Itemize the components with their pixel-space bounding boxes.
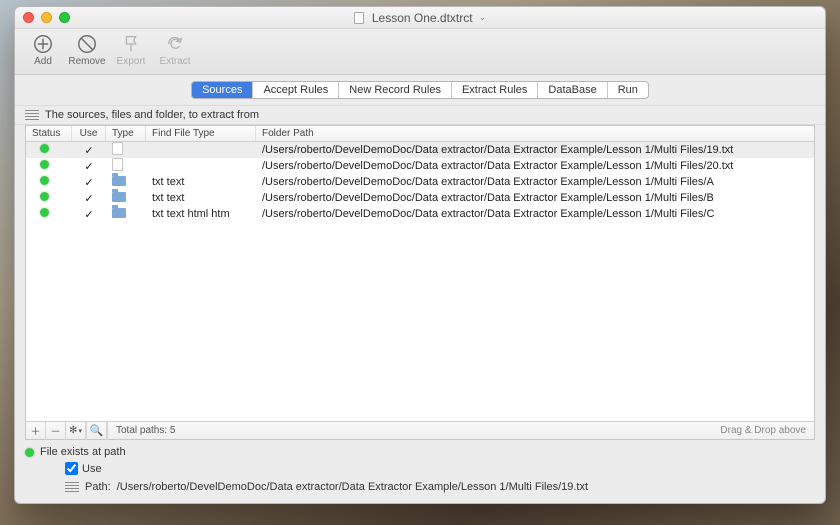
add-row-button[interactable]: ＋ (26, 422, 46, 440)
app-window: Lesson One.dtxtrct ⌄ Add Remove Export (14, 6, 826, 504)
main-toolbar: Add Remove Export Extract (15, 29, 825, 75)
use-cell[interactable]: ✓ (72, 158, 106, 175)
extract-label: Extract (159, 56, 190, 67)
detail-pane: File exists at path Use Path: /Users/rob… (15, 440, 825, 503)
tab-database[interactable]: DataBase (538, 82, 607, 98)
folder-icon (112, 208, 126, 218)
tab-run[interactable]: Run (608, 82, 648, 98)
list-icon (65, 482, 79, 492)
file-icon (112, 158, 123, 171)
prohibit-icon (76, 33, 98, 55)
col-find-file-type[interactable]: Find File Type (146, 126, 256, 141)
subhead-text: The sources, files and folder, to extrac… (45, 109, 259, 121)
folder-icon (112, 192, 126, 202)
find-file-type-cell: txt text (146, 190, 256, 206)
col-status[interactable]: Status (26, 126, 72, 141)
type-cell (106, 206, 146, 223)
minimize-icon[interactable] (41, 12, 52, 23)
table-footer: ＋ － ✻▾ 🔍 Total paths: 5 Drag & Drop abov… (26, 421, 814, 439)
status-ok-icon (40, 192, 49, 201)
use-cell[interactable]: ✓ (72, 190, 106, 207)
folder-icon (112, 176, 126, 186)
detail-use-row[interactable]: Use (65, 462, 815, 475)
table-row[interactable]: ✓ /Users/roberto/DevelDemoDoc/Data extrac… (26, 158, 814, 174)
detail-path-row: Path: /Users/roberto/DevelDemoDoc/Data e… (65, 481, 815, 493)
path-cell: /Users/roberto/DevelDemoDoc/Data extract… (256, 142, 814, 158)
find-file-type-cell: txt text html htm (146, 206, 256, 222)
use-label: Use (82, 463, 102, 475)
tab-new-record-rules[interactable]: New Record Rules (339, 82, 452, 98)
table-row[interactable]: ✓ txt text/Users/roberto/DevelDemoDoc/Dat… (26, 190, 814, 206)
total-paths-label: Total paths: 5 (108, 425, 183, 436)
file-icon (112, 142, 123, 155)
col-type[interactable]: Type (106, 126, 146, 141)
path-cell: /Users/roberto/DevelDemoDoc/Data extract… (256, 206, 814, 222)
use-cell[interactable]: ✓ (72, 174, 106, 191)
section-subhead: The sources, files and folder, to extrac… (15, 106, 825, 125)
add-button[interactable]: Add (23, 33, 63, 67)
export-button: Export (111, 33, 151, 67)
status-ok-icon (40, 160, 49, 169)
add-label: Add (34, 56, 52, 67)
col-folder-path[interactable]: Folder Path (256, 126, 814, 141)
find-file-type-cell: txt text (146, 174, 256, 190)
search-icon: 🔍 (90, 424, 104, 437)
extract-button: Extract (155, 33, 195, 67)
remove-button[interactable]: Remove (67, 33, 107, 67)
document-title[interactable]: Lesson One.dtxtrct ⌄ (354, 11, 486, 25)
gear-icon: ✻ (69, 425, 77, 436)
status-ok-icon (40, 208, 49, 217)
document-title-text: Lesson One.dtxtrct (372, 11, 473, 25)
tab-sources[interactable]: Sources (192, 82, 253, 98)
path-value: /Users/roberto/DevelDemoDoc/Data extract… (117, 481, 588, 493)
tab-bar: SourcesAccept RulesNew Record RulesExtra… (15, 75, 825, 106)
path-cell: /Users/roberto/DevelDemoDoc/Data extract… (256, 158, 814, 174)
chevron-down-icon: ⌄ (479, 12, 487, 23)
sources-table: Status Use Type Find File Type Folder Pa… (25, 125, 815, 440)
export-icon (120, 33, 142, 55)
remove-label: Remove (68, 56, 105, 67)
path-cell: /Users/roberto/DevelDemoDoc/Data extract… (256, 190, 814, 206)
use-cell[interactable]: ✓ (72, 142, 106, 159)
table-row[interactable]: ✓ txt text html htm/Users/roberto/DevelDe… (26, 206, 814, 222)
remove-row-button[interactable]: － (46, 422, 66, 440)
table-row[interactable]: ✓ txt text/Users/roberto/DevelDemoDoc/Dat… (26, 174, 814, 190)
caret-down-icon: ▾ (78, 427, 82, 435)
drop-hint: Drag & Drop above (720, 425, 814, 436)
find-file-type-cell (146, 164, 256, 168)
refresh-icon (164, 33, 186, 55)
type-cell (106, 174, 146, 191)
table-body[interactable]: ✓ /Users/roberto/DevelDemoDoc/Data extrac… (26, 142, 814, 421)
status-ok-icon (40, 176, 49, 185)
close-icon[interactable] (23, 12, 34, 23)
tab-accept-rules[interactable]: Accept Rules (253, 82, 339, 98)
plus-circle-icon (32, 33, 54, 55)
tab-extract-rules[interactable]: Extract Rules (452, 82, 538, 98)
export-label: Export (117, 56, 146, 67)
status-ok-icon (40, 144, 49, 153)
action-menu-button[interactable]: ✻▾ (66, 422, 86, 440)
use-checkbox[interactable] (65, 462, 78, 475)
window-controls (23, 12, 70, 23)
type-cell (106, 190, 146, 207)
table-header: Status Use Type Find File Type Folder Pa… (26, 126, 814, 142)
titlebar: Lesson One.dtxtrct ⌄ (15, 7, 825, 29)
quicklook-button[interactable]: 🔍 (87, 422, 107, 440)
status-ok-icon (25, 448, 34, 457)
col-use[interactable]: Use (72, 126, 106, 141)
tab-segment: SourcesAccept RulesNew Record RulesExtra… (191, 81, 649, 99)
find-file-type-cell (146, 148, 256, 152)
use-cell[interactable]: ✓ (72, 206, 106, 223)
list-icon (25, 110, 39, 120)
zoom-icon[interactable] (59, 12, 70, 23)
path-cell: /Users/roberto/DevelDemoDoc/Data extract… (256, 174, 814, 190)
document-icon (354, 12, 364, 24)
path-label: Path: (85, 481, 111, 493)
detail-header: File exists at path (40, 446, 126, 458)
